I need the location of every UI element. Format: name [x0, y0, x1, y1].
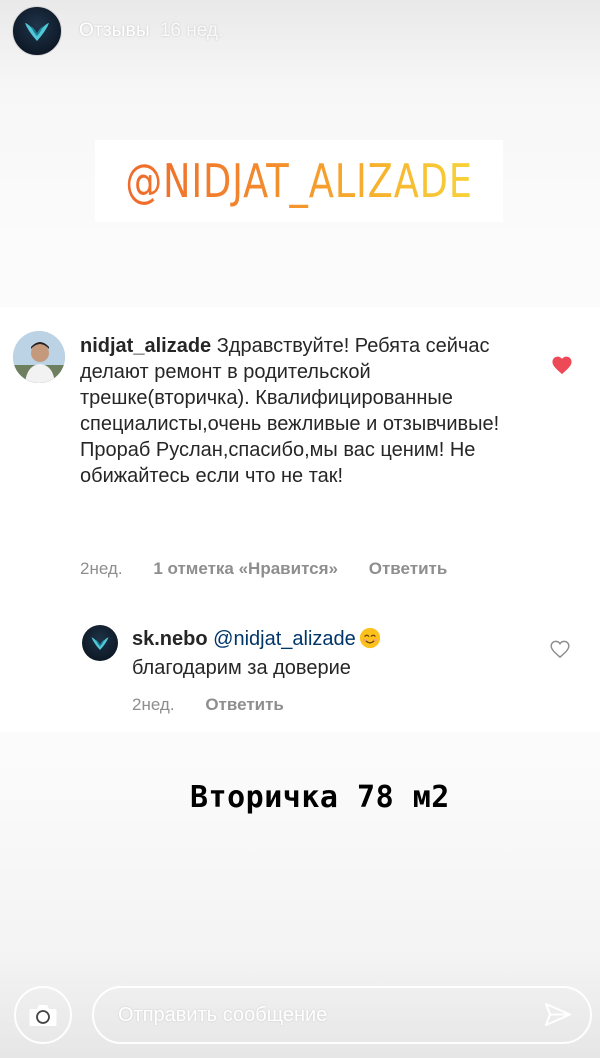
story-time: 16 нед.: [159, 20, 224, 41]
reply-username[interactable]: sk.nebo: [132, 628, 208, 650]
camera-icon: [29, 1005, 57, 1026]
comment-meta: 2нед. 1 отметка «Нравится» Ответить: [80, 559, 473, 579]
message-input[interactable]: [92, 986, 592, 1044]
heart-outline-icon[interactable]: [549, 639, 571, 659]
comment-time: 2нед.: [80, 559, 123, 578]
brand-logo-icon: [25, 23, 49, 41]
story-caption: Вторичка 78 м2: [190, 780, 450, 815]
reply-time: 2нед.: [132, 695, 175, 714]
reply-body: благодарим за доверие: [132, 657, 351, 679]
paper-plane-icon: [545, 1003, 571, 1026]
smiling-face-emoji-icon: [359, 627, 380, 649]
story-avatar[interactable]: [12, 6, 62, 56]
comment-likes[interactable]: 1 отметка «Нравится»: [153, 559, 338, 578]
user-avatar[interactable]: [13, 331, 65, 383]
heart-filled-icon[interactable]: [551, 355, 573, 375]
reply-reply-button[interactable]: Ответить: [205, 695, 284, 714]
story-header: Отзывы 16 нед.: [12, 5, 223, 57]
reply-avatar[interactable]: [82, 625, 118, 661]
comment-screenshot: nidjat_alizade Здравствуйте! Ребята сейч…: [0, 307, 600, 732]
reply-meta: 2нед. Ответить: [132, 695, 310, 715]
user-photo-icon: [13, 331, 65, 383]
comment-body: Здравствуйте! Ребята сейчас делают ремон…: [80, 335, 500, 487]
comment-reply-button[interactable]: Ответить: [369, 559, 448, 578]
handle-banner: @NIDJAT_ALIZADE: [95, 140, 503, 222]
camera-button[interactable]: [14, 986, 72, 1044]
brand-logo-icon: [91, 637, 109, 651]
send-button[interactable]: [543, 1001, 573, 1029]
comment-text: nidjat_alizade Здравствуйте! Ребята сейч…: [80, 333, 500, 489]
reply-text: sk.nebo @nidjat_alizade благодарим за до…: [132, 625, 532, 683]
banner-handle: @NIDJAT_ALIZADE: [125, 154, 473, 208]
reply-mention[interactable]: @nidjat_alizade: [213, 628, 356, 650]
comment-username[interactable]: nidjat_alizade: [80, 335, 211, 357]
story-title[interactable]: Отзывы: [79, 20, 150, 42]
